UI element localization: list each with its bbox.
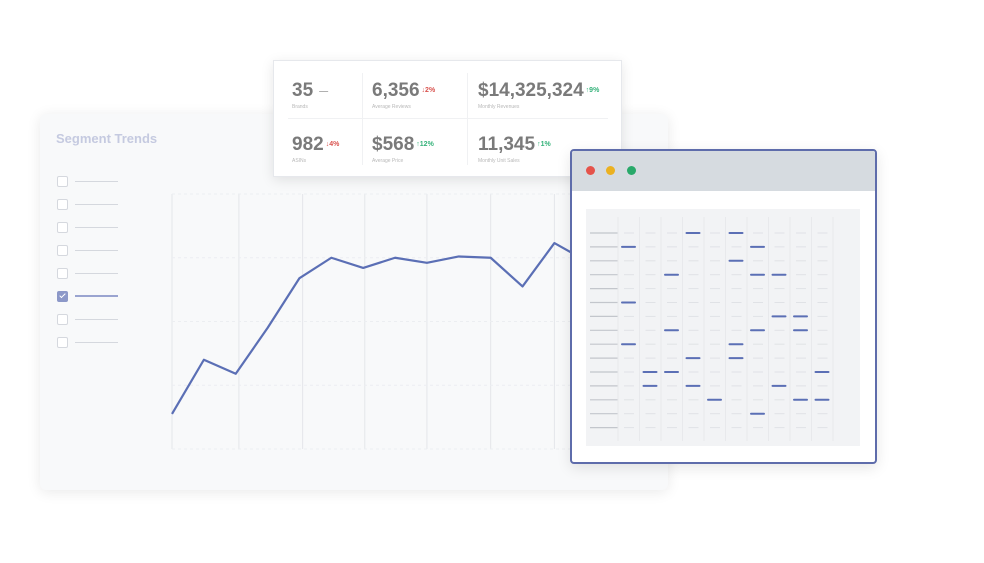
kpi-label: Average Reviews [372, 104, 411, 111]
kpi-change-badge: — [319, 86, 329, 96]
kpi-tile: 982 ↓4% ASINs [292, 135, 339, 165]
kpi-change-badge: ↑9% [585, 87, 600, 94]
kpi-divider [288, 118, 608, 119]
kpi-number: 11,345 [478, 134, 536, 156]
kpi-value: 11,345 ↑1% [478, 135, 551, 155]
kpi-number: 982 [292, 134, 324, 156]
kpi-number: $568 [372, 134, 415, 156]
kpi-value: 982 ↓4% [292, 135, 339, 155]
kpi-label: Brands [292, 104, 308, 111]
kpi-value: 35 — [292, 81, 328, 101]
kpi-label: Monthly Revenues [478, 104, 520, 111]
data-grid-panel [586, 209, 860, 446]
kpi-change-badge: ↑1% [537, 141, 551, 148]
browser-title-bar [572, 151, 875, 191]
kpi-number: 6,356 [372, 80, 420, 102]
browser-window [570, 149, 877, 464]
kpi-label: Average Price [372, 158, 404, 165]
kpi-number: $14,325,324 [478, 80, 584, 102]
maximize-window-dot[interactable] [627, 166, 636, 175]
kpi-change-badge: ↓2% [421, 87, 436, 94]
kpi-tile: 35 — Brands [292, 81, 328, 111]
kpi-tile: $568 ↑12% Average Price [372, 135, 434, 165]
kpi-tile: 6,356 ↓2% Average Reviews [372, 81, 435, 111]
kpi-change-badge: ↓4% [325, 141, 340, 148]
data-grid [590, 217, 834, 441]
kpi-value: $568 ↑12% [372, 135, 434, 155]
kpi-label: ASINs [292, 158, 307, 165]
kpi-value: $14,325,324 ↑9% [478, 81, 599, 101]
close-window-dot[interactable] [586, 166, 595, 175]
minimize-window-dot[interactable] [606, 166, 615, 175]
kpi-label: Monthly Unit Sales [478, 158, 520, 165]
kpi-number: 35 [292, 80, 314, 102]
kpi-value: 6,356 ↓2% [372, 81, 435, 101]
kpi-change-badge: ↑12% [416, 141, 434, 148]
kpi-tile: 11,345 ↑1% Monthly Unit Sales [478, 135, 551, 165]
kpi-divider [467, 73, 468, 165]
kpi-tile: $14,325,324 ↑9% Monthly Revenues [478, 81, 599, 111]
kpi-divider [362, 73, 363, 165]
